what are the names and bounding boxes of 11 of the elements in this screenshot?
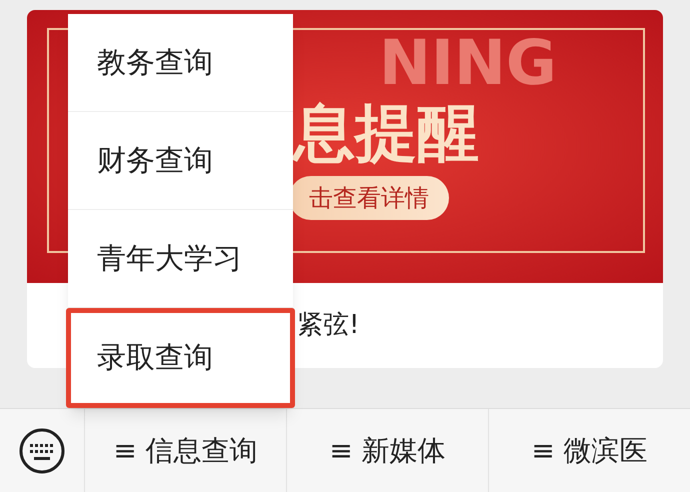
watermark-text: NING — [379, 32, 557, 94]
menu-item[interactable]: 教务查询 — [68, 14, 293, 112]
menu-tab[interactable]: ≡ 微滨医 — [531, 430, 648, 472]
menu-item[interactable]: 录取查询 — [66, 308, 295, 408]
menu-tab[interactable]: ≡ 新媒体 — [329, 430, 446, 472]
menu-item[interactable]: 青年大学习 — [68, 210, 293, 308]
article-caption: 紧弦! — [297, 309, 360, 342]
menu-item[interactable]: 财务查询 — [68, 112, 293, 210]
keyboard-icon[interactable] — [18, 426, 66, 474]
banner-headline: 息提醒 — [292, 95, 480, 171]
menu-tab[interactable]: ≡ 信息查询 — [113, 430, 258, 472]
